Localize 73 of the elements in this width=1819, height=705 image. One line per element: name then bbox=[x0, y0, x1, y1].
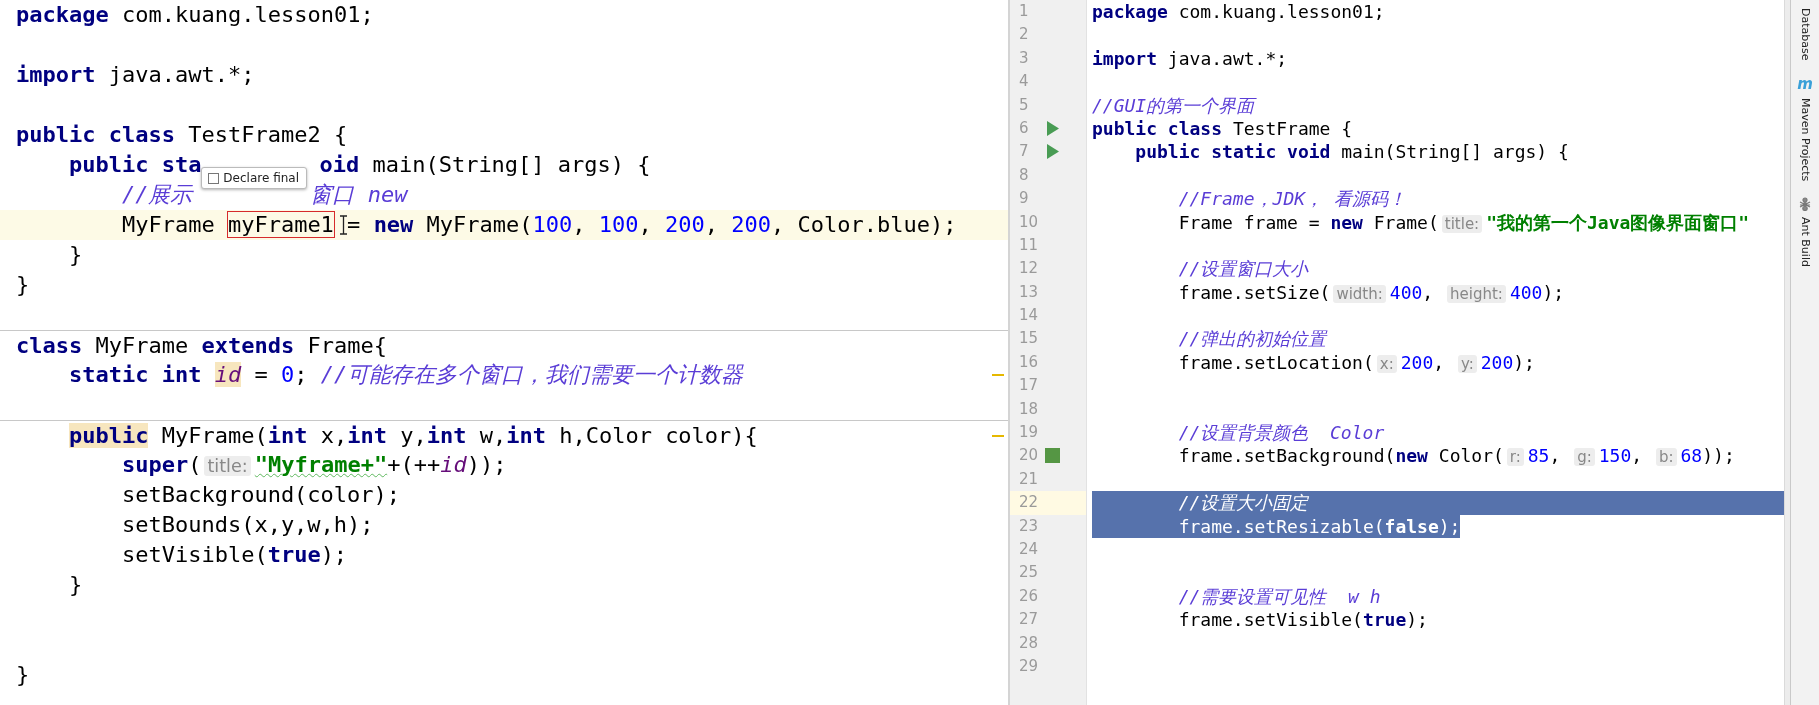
line-number: 13 bbox=[1019, 281, 1039, 303]
line-number: 1 bbox=[1019, 1, 1029, 22]
code-line: package com.kuang.lesson01; bbox=[1092, 0, 1385, 24]
line-number: 10 bbox=[1019, 211, 1039, 233]
code-line: public class TestFrame2 { bbox=[16, 122, 348, 147]
code-line: } bbox=[67, 242, 83, 267]
line-number: 21 bbox=[1019, 468, 1039, 490]
text-cursor-icon bbox=[338, 215, 348, 235]
code-line: Frame frame = new Frame( title: "我的第一个Java图像界面窗口" bbox=[1177, 210, 1750, 234]
scrollbar-track[interactable] bbox=[1784, 0, 1790, 705]
line-number: 17 bbox=[1019, 375, 1039, 397]
checkbox-label[interactable]: Declare final bbox=[223, 172, 299, 184]
line-number: 15 bbox=[1019, 328, 1039, 350]
code-line: static int id = 0; //可能存在多个窗口，我们需要一个计数器 bbox=[67, 362, 744, 387]
code-line: public static void main(String[] args) { bbox=[1134, 140, 1569, 164]
line-number: 22 bbox=[1019, 492, 1039, 514]
code-line: frame.setBackground(new Color( r: 85, g: 150, b: 68)); bbox=[1177, 444, 1735, 468]
code-line: public MyFrame(int x,int y,int w,int h,Color color){ bbox=[67, 423, 758, 448]
line-number: 18 bbox=[1019, 398, 1039, 420]
code-line: //弹出的初始位置 bbox=[1177, 327, 1327, 351]
line-number: 14 bbox=[1019, 305, 1039, 327]
line-number: 3 bbox=[1019, 47, 1029, 69]
code-line: //展示 窗口 new bbox=[120, 182, 408, 207]
line-number: 19 bbox=[1019, 422, 1039, 444]
run-icon[interactable] bbox=[1047, 144, 1059, 160]
code-line: public class TestFrame { bbox=[1092, 116, 1353, 141]
maven-icon: m bbox=[1797, 76, 1813, 92]
line-number: 24 bbox=[1019, 539, 1039, 560]
code-line: } bbox=[16, 272, 30, 297]
editor-pane[interactable] bbox=[0, 0, 1010, 705]
code-line: package com.kuang.lesson01; bbox=[16, 2, 374, 27]
tool-window-button[interactable]: m Maven Projects bbox=[1797, 74, 1813, 183]
code-line: //设置背景颜色 Color bbox=[1177, 421, 1385, 445]
code-line: frame.setVisible(true); bbox=[1177, 608, 1428, 632]
code-line: frame.setSize( width: 400, height: 400); bbox=[1177, 280, 1565, 305]
line-number: 12 bbox=[1019, 258, 1039, 280]
tool-window-button[interactable]: Database bbox=[1798, 6, 1812, 63]
code-line: } bbox=[16, 662, 30, 687]
color-swatch[interactable] bbox=[1045, 448, 1060, 464]
line-number: 5 bbox=[1019, 94, 1029, 116]
line-number: 27 bbox=[1019, 609, 1039, 631]
line-number: 2 bbox=[1019, 24, 1029, 46]
code-line: import java.awt.*; bbox=[16, 62, 255, 87]
code-line: MyFrame myFrame1 = new MyFrame(100, 100, 200, 200, Color.blue); bbox=[120, 212, 957, 237]
line-number: 23 bbox=[1019, 515, 1039, 537]
code-line: setVisible(true); bbox=[120, 542, 348, 567]
code-line: super( title: "Myframe+"+(++id)); bbox=[120, 452, 507, 477]
line-number: 26 bbox=[1019, 585, 1039, 607]
line-number: 7 bbox=[1019, 141, 1029, 163]
line-number: 4 bbox=[1019, 71, 1029, 93]
line-number: 11 bbox=[1019, 234, 1039, 256]
code-line: //设置窗口大小 bbox=[1177, 257, 1309, 281]
run-icon[interactable] bbox=[1047, 120, 1059, 136]
line-number: 9 bbox=[1019, 188, 1029, 210]
code-line: //GUI的第一个界面 bbox=[1092, 93, 1255, 117]
code-line: setBackground(color); bbox=[120, 482, 401, 507]
checkbox[interactable] bbox=[208, 172, 220, 184]
line-number: 8 bbox=[1019, 164, 1029, 186]
code-line: class MyFrame extends Frame{ bbox=[16, 333, 387, 358]
line-number: 6 bbox=[1019, 117, 1029, 139]
code-line: } bbox=[67, 572, 83, 597]
tool-window-button[interactable]: Ant Build bbox=[1798, 194, 1812, 269]
line-number: 25 bbox=[1019, 562, 1039, 584]
line-number: 20 bbox=[1019, 445, 1039, 467]
code-line: frame.setLocation( x: 200, y: 200); bbox=[1177, 350, 1535, 375]
line-number: 29 bbox=[1019, 655, 1039, 677]
code-line: setBounds(x,y,w,h); bbox=[120, 512, 374, 537]
line-number: 16 bbox=[1019, 351, 1039, 373]
line-number: 28 bbox=[1019, 632, 1039, 654]
ant-icon bbox=[1798, 196, 1812, 211]
code-line: //Frame，JDK， 看源码！ bbox=[1177, 187, 1406, 211]
code-line: import java.awt.*; bbox=[1092, 46, 1288, 71]
code-line: //需要设置可见性 w h bbox=[1177, 584, 1381, 609]
